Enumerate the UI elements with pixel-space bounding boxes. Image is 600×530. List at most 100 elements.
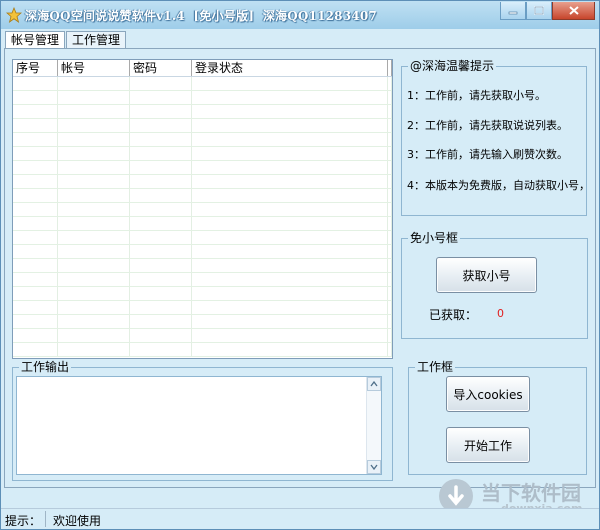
table-row [13,175,392,189]
table-cell [130,245,192,258]
table-cell [130,175,192,188]
table-cell [388,245,392,258]
table-cell [388,287,392,300]
table-cell [192,287,388,300]
table-cell [130,343,192,356]
tip-item: 4：本版本为免费版，自动获取小号， [407,179,590,192]
window-controls [500,2,595,20]
column-header-filler [388,60,392,76]
table-cell [58,105,130,118]
table-cell [388,189,392,202]
table-row [13,287,392,301]
table-cell [192,161,388,174]
output-scrollbar[interactable] [366,377,381,474]
table-cell [13,343,58,356]
table-cell [13,217,58,230]
table-cell [58,329,130,342]
tip-item: 1：工作前，请先获取小号。 [407,89,546,102]
title-bar[interactable]: 深海QQ空间说说赞软件v1.4 [免小号版] 深海QQ11283407 [1,1,599,29]
table-cell [58,301,130,314]
table-cell [13,315,58,328]
table-row [13,343,392,357]
table-cell [192,175,388,188]
maximize-icon [534,6,544,15]
table-cell [130,203,192,216]
table-cell [13,105,58,118]
table-row [13,231,392,245]
table-cell [388,161,392,174]
table-header: 序号 帐号 密码 登录状态 [13,60,392,77]
tab-account-management[interactable]: 帐号管理 [5,31,66,49]
maximize-button[interactable] [526,2,552,20]
tip-item: 2：工作前，请先获取说说列表。 [407,119,568,132]
table-cell [58,343,130,356]
main-window: 深海QQ空间说说赞软件v1.4 [免小号版] 深海QQ11283407 帐号管理… [0,0,600,530]
free-account-group: 免小号框 获取小号 已获取： 0 [401,231,588,339]
status-text: 欢迎使用 [53,514,102,528]
table-cell [388,91,392,104]
scroll-up-button[interactable] [367,377,381,391]
table-row [13,105,392,119]
table-cell [13,287,58,300]
table-cell [192,301,388,314]
table-cell [130,287,192,300]
scroll-down-button[interactable] [367,460,381,474]
tips-group: @深海温馨提示 1：工作前，请先获取小号。 2：工作前，请先获取说说列表。 3：… [401,59,590,216]
table-cell [388,343,392,356]
close-button[interactable] [552,2,595,20]
status-separator [45,511,46,527]
column-header-login-status[interactable]: 登录状态 [192,60,388,76]
work-output-title: 工作输出 [19,360,72,374]
table-cell [130,217,192,230]
table-cell [130,329,192,342]
table-cell [388,217,392,230]
table-row [13,119,392,133]
work-output-textarea[interactable] [16,376,382,475]
table-cell [192,217,388,230]
table-cell [192,231,388,244]
minimize-button[interactable] [500,2,526,20]
table-cell [388,329,392,342]
table-cell [192,315,388,328]
column-header-account[interactable]: 帐号 [58,60,130,76]
import-cookies-button[interactable]: 导入cookies [446,376,530,412]
window-title: 深海QQ空间说说赞软件v1.4 [免小号版] 深海QQ11283407 [25,9,377,23]
column-header-password[interactable]: 密码 [130,60,192,76]
table-cell [388,77,392,90]
table-cell [13,189,58,202]
table-cell [58,287,130,300]
table-cell [58,91,130,104]
table-cell [130,119,192,132]
table-cell [192,203,388,216]
tips-title: @深海温馨提示 [408,59,497,73]
table-cell [13,301,58,314]
table-row [13,189,392,203]
chevron-down-icon [370,464,378,470]
table-cell [58,315,130,328]
table-row [13,147,392,161]
get-account-button[interactable]: 获取小号 [436,257,537,293]
column-header-index[interactable]: 序号 [13,60,58,76]
table-cell [130,259,192,272]
table-cell [58,175,130,188]
table-cell [58,245,130,258]
table-row [13,203,392,217]
start-work-button[interactable]: 开始工作 [446,427,530,463]
table-cell [130,301,192,314]
table-cell [130,315,192,328]
table-cell [388,315,392,328]
tip-item: 3：工作前，请先输入刷赞次数。 [407,148,568,161]
table-body [13,77,392,357]
table-cell [192,273,388,286]
table-cell [130,147,192,160]
minimize-icon [508,11,518,14]
table-row [13,259,392,273]
table-cell [13,175,58,188]
table-row [13,217,392,231]
close-icon [568,6,579,15]
tab-work-management[interactable]: 工作管理 [66,31,127,48]
table-cell [388,301,392,314]
status-label: 提示： [5,514,42,528]
account-table[interactable]: 序号 帐号 密码 登录状态 [12,59,393,359]
table-cell [58,273,130,286]
